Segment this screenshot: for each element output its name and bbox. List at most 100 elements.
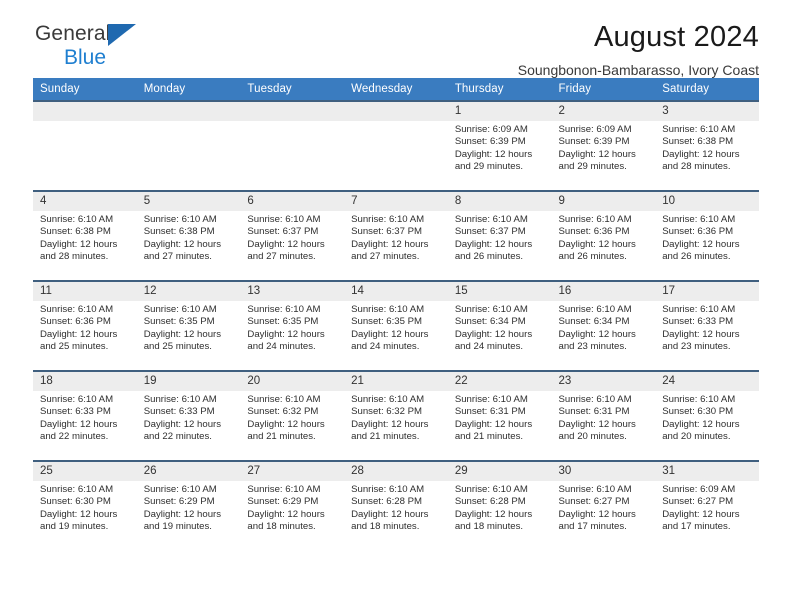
calendar-cell-empty: [240, 100, 345, 191]
daylight-text: Daylight: 12 hours and 22 minutes.: [40, 418, 118, 443]
sunrise-text: Sunrise: 6:10 AM: [558, 394, 632, 405]
day-number: [136, 102, 241, 121]
calendar-day-cell[interactable]: 29 Sunrise: 6:10 AM Sunset: 6:28 PM Dayligh…: [447, 460, 552, 550]
daylight-text: Daylight: 12 hours and 24 minutes.: [351, 328, 429, 353]
calendar-day-cell[interactable]: 13 Sunrise: 6:10 AM Sunset: 6:35 PM Dayligh…: [240, 280, 345, 371]
calendar-day-cell[interactable]: 4 Sunrise: 6:10 AM Sunset: 6:38 PM Daylight…: [33, 190, 137, 281]
calendar-day-cell[interactable]: 5 Sunrise: 6:10 AM Sunset: 6:38 PM Daylight…: [136, 190, 241, 281]
daylight-text: Daylight: 12 hours and 24 minutes.: [247, 328, 325, 353]
daylight-text: Daylight: 12 hours and 18 minutes.: [454, 508, 533, 533]
daylight-text: Daylight: 12 hours and 25 minutes.: [40, 328, 118, 353]
day-number: 14: [344, 282, 448, 301]
day-details: Sunrise: 6:10 AM Sunset: 6:34 PM Daylight:…: [448, 301, 552, 354]
calendar-day-cell[interactable]: 14 Sunrise: 6:10 AM Sunset: 6:35 PM Dayligh…: [344, 280, 448, 371]
sunset-text: Sunset: 6:35 PM: [143, 316, 215, 328]
calendar-day-cell[interactable]: 17 Sunrise: 6:10 AM Sunset: 6:33 PM Dayligh…: [655, 280, 759, 371]
calendar-day-cell[interactable]: 6 Sunrise: 6:10 AM Sunset: 6:37 PM Daylight…: [240, 190, 345, 281]
sunrise-text: Sunrise: 6:10 AM: [143, 484, 217, 495]
sunrise-text: Sunrise: 6:10 AM: [454, 394, 528, 405]
day-number: 29: [447, 462, 552, 481]
sunrise-text: Sunrise: 6:10 AM: [40, 484, 114, 495]
daylight-text: Daylight: 12 hours and 29 minutes.: [558, 148, 636, 173]
day-number: 17: [655, 282, 759, 301]
daylight-text: Daylight: 12 hours and 27 minutes.: [143, 238, 222, 263]
daylight-text: Daylight: 12 hours and 20 minutes.: [662, 418, 740, 443]
weekday-header-sunday: Sunday: [33, 78, 137, 101]
day-details: Sunrise: 6:10 AM Sunset: 6:36 PM Daylight:…: [33, 301, 137, 354]
day-details: Sunrise: 6:10 AM Sunset: 6:33 PM Daylight:…: [655, 301, 759, 354]
weekday-header-saturday: Saturday: [655, 78, 759, 101]
calendar-day-cell[interactable]: 12 Sunrise: 6:10 AM Sunset: 6:35 PM Dayligh…: [136, 280, 241, 371]
page-header: General Blue August 2024 Soungbonon-Bamb…: [33, 0, 759, 78]
sunrise-text: Sunrise: 6:10 AM: [454, 304, 528, 315]
calendar-day-cell[interactable]: 26 Sunrise: 6:10 AM Sunset: 6:29 PM Dayligh…: [136, 460, 241, 550]
day-details: Sunrise: 6:10 AM Sunset: 6:36 PM Daylight:…: [552, 211, 656, 264]
daylight-text: Daylight: 12 hours and 19 minutes.: [40, 508, 118, 533]
calendar-day-cell[interactable]: 16 Sunrise: 6:10 AM Sunset: 6:34 PM Dayligh…: [551, 280, 656, 371]
sunrise-text: Sunrise: 6:10 AM: [247, 214, 321, 225]
sunset-text: Sunset: 6:32 PM: [247, 406, 319, 418]
day-details: Sunrise: 6:10 AM Sunset: 6:32 PM Daylight:…: [240, 391, 344, 444]
daylight-text: Daylight: 12 hours and 27 minutes.: [351, 238, 429, 263]
calendar-day-cell[interactable]: 30 Sunrise: 6:10 AM Sunset: 6:27 PM Dayligh…: [551, 460, 656, 550]
calendar-day-cell[interactable]: 18 Sunrise: 6:10 AM Sunset: 6:33 PM Dayligh…: [33, 370, 137, 461]
day-number: 10: [655, 192, 759, 211]
day-details: Sunrise: 6:10 AM Sunset: 6:33 PM Daylight:…: [137, 391, 241, 444]
day-number: 11: [33, 282, 137, 301]
day-number: [33, 102, 137, 121]
sunset-text: Sunset: 6:36 PM: [40, 316, 111, 328]
daylight-text: Daylight: 12 hours and 25 minutes.: [143, 328, 222, 353]
calendar-day-cell[interactable]: 27 Sunrise: 6:10 AM Sunset: 6:29 PM Dayligh…: [240, 460, 345, 550]
calendar-day-cell[interactable]: 9 Sunrise: 6:10 AM Sunset: 6:36 PM Daylight…: [551, 190, 656, 281]
day-number: [344, 102, 448, 121]
daylight-text: Daylight: 12 hours and 19 minutes.: [143, 508, 222, 533]
calendar-day-cell[interactable]: 23 Sunrise: 6:10 AM Sunset: 6:31 PM Dayligh…: [551, 370, 656, 461]
brand-logo[interactable]: General Blue: [35, 22, 235, 74]
sunrise-text: Sunrise: 6:10 AM: [558, 304, 632, 315]
calendar-day-cell[interactable]: 24 Sunrise: 6:10 AM Sunset: 6:30 PM Dayligh…: [655, 370, 759, 461]
calendar-day-cell[interactable]: 10 Sunrise: 6:10 AM Sunset: 6:36 PM Dayligh…: [655, 190, 759, 281]
day-details: Sunrise: 6:10 AM Sunset: 6:38 PM Daylight:…: [33, 211, 137, 264]
calendar-day-cell[interactable]: 1 Sunrise: 6:09 AM Sunset: 6:39 PM Daylight…: [447, 100, 552, 191]
sunset-text: Sunset: 6:31 PM: [454, 406, 526, 418]
sunset-text: Sunset: 6:36 PM: [662, 226, 734, 238]
calendar-week-row: 4 Sunrise: 6:10 AM Sunset: 6:38 PM Daylight…: [33, 190, 759, 281]
calendar-day-cell[interactable]: 31 Sunrise: 6:09 AM Sunset: 6:27 PM Dayligh…: [655, 460, 759, 550]
sunset-text: Sunset: 6:27 PM: [558, 496, 630, 508]
daylight-text: Daylight: 12 hours and 23 minutes.: [662, 328, 740, 353]
calendar-body: 1 Sunrise: 6:09 AM Sunset: 6:39 PM Daylight…: [33, 100, 759, 550]
weekday-header-row: Sunday Monday Tuesday Wednesday Thursday Frid…: [33, 78, 759, 101]
sunrise-text: Sunrise: 6:10 AM: [247, 484, 321, 495]
calendar-day-cell[interactable]: 28 Sunrise: 6:10 AM Sunset: 6:28 PM Dayligh…: [344, 460, 448, 550]
calendar-week-row: 1 Sunrise: 6:09 AM Sunset: 6:39 PM Daylight…: [33, 100, 759, 191]
sunrise-text: Sunrise: 6:10 AM: [40, 304, 114, 315]
day-number: 15: [447, 282, 552, 301]
day-details: Sunrise: 6:10 AM Sunset: 6:35 PM Daylight:…: [344, 301, 448, 354]
daylight-text: Daylight: 12 hours and 26 minutes.: [662, 238, 740, 263]
calendar-day-cell[interactable]: 25 Sunrise: 6:10 AM Sunset: 6:30 PM Dayligh…: [33, 460, 137, 550]
day-number: 24: [655, 372, 759, 391]
calendar-day-cell[interactable]: 8 Sunrise: 6:10 AM Sunset: 6:37 PM Daylight…: [447, 190, 552, 281]
day-details: Sunrise: 6:10 AM Sunset: 6:37 PM Daylight:…: [344, 211, 448, 264]
sunset-text: Sunset: 6:28 PM: [454, 496, 526, 508]
day-details: Sunrise: 6:10 AM Sunset: 6:37 PM Daylight:…: [448, 211, 552, 264]
calendar-cell-empty: [136, 100, 241, 191]
calendar-day-cell[interactable]: 2 Sunrise: 6:09 AM Sunset: 6:39 PM Daylight…: [551, 100, 656, 191]
calendar-day-cell[interactable]: 21 Sunrise: 6:10 AM Sunset: 6:32 PM Dayligh…: [344, 370, 448, 461]
calendar-day-cell[interactable]: 22 Sunrise: 6:10 AM Sunset: 6:31 PM Dayligh…: [447, 370, 552, 461]
sunset-text: Sunset: 6:33 PM: [662, 316, 734, 328]
calendar-day-cell[interactable]: 11 Sunrise: 6:10 AM Sunset: 6:36 PM Dayligh…: [33, 280, 137, 371]
day-number: 23: [551, 372, 656, 391]
calendar-day-cell[interactable]: 20 Sunrise: 6:10 AM Sunset: 6:32 PM Dayligh…: [240, 370, 345, 461]
calendar-day-cell[interactable]: 19 Sunrise: 6:10 AM Sunset: 6:33 PM Dayligh…: [136, 370, 241, 461]
title-block: August 2024 Soungbonon-Bambarasso, Ivory…: [518, 20, 759, 80]
day-number: 26: [136, 462, 241, 481]
sunrise-text: Sunrise: 6:10 AM: [143, 304, 217, 315]
calendar-day-cell[interactable]: 15 Sunrise: 6:10 AM Sunset: 6:34 PM Dayligh…: [447, 280, 552, 371]
calendar-day-cell[interactable]: 7 Sunrise: 6:10 AM Sunset: 6:37 PM Daylight…: [344, 190, 448, 281]
calendar-day-cell[interactable]: 3 Sunrise: 6:10 AM Sunset: 6:38 PM Daylight…: [655, 100, 759, 191]
day-details: Sunrise: 6:10 AM Sunset: 6:38 PM Daylight:…: [655, 121, 759, 174]
calendar-grid: Sunday Monday Tuesday Wednesday Thursday Frid…: [33, 78, 759, 550]
day-details: Sunrise: 6:10 AM Sunset: 6:38 PM Daylight:…: [137, 211, 241, 264]
daylight-text: Daylight: 12 hours and 29 minutes.: [454, 148, 533, 173]
